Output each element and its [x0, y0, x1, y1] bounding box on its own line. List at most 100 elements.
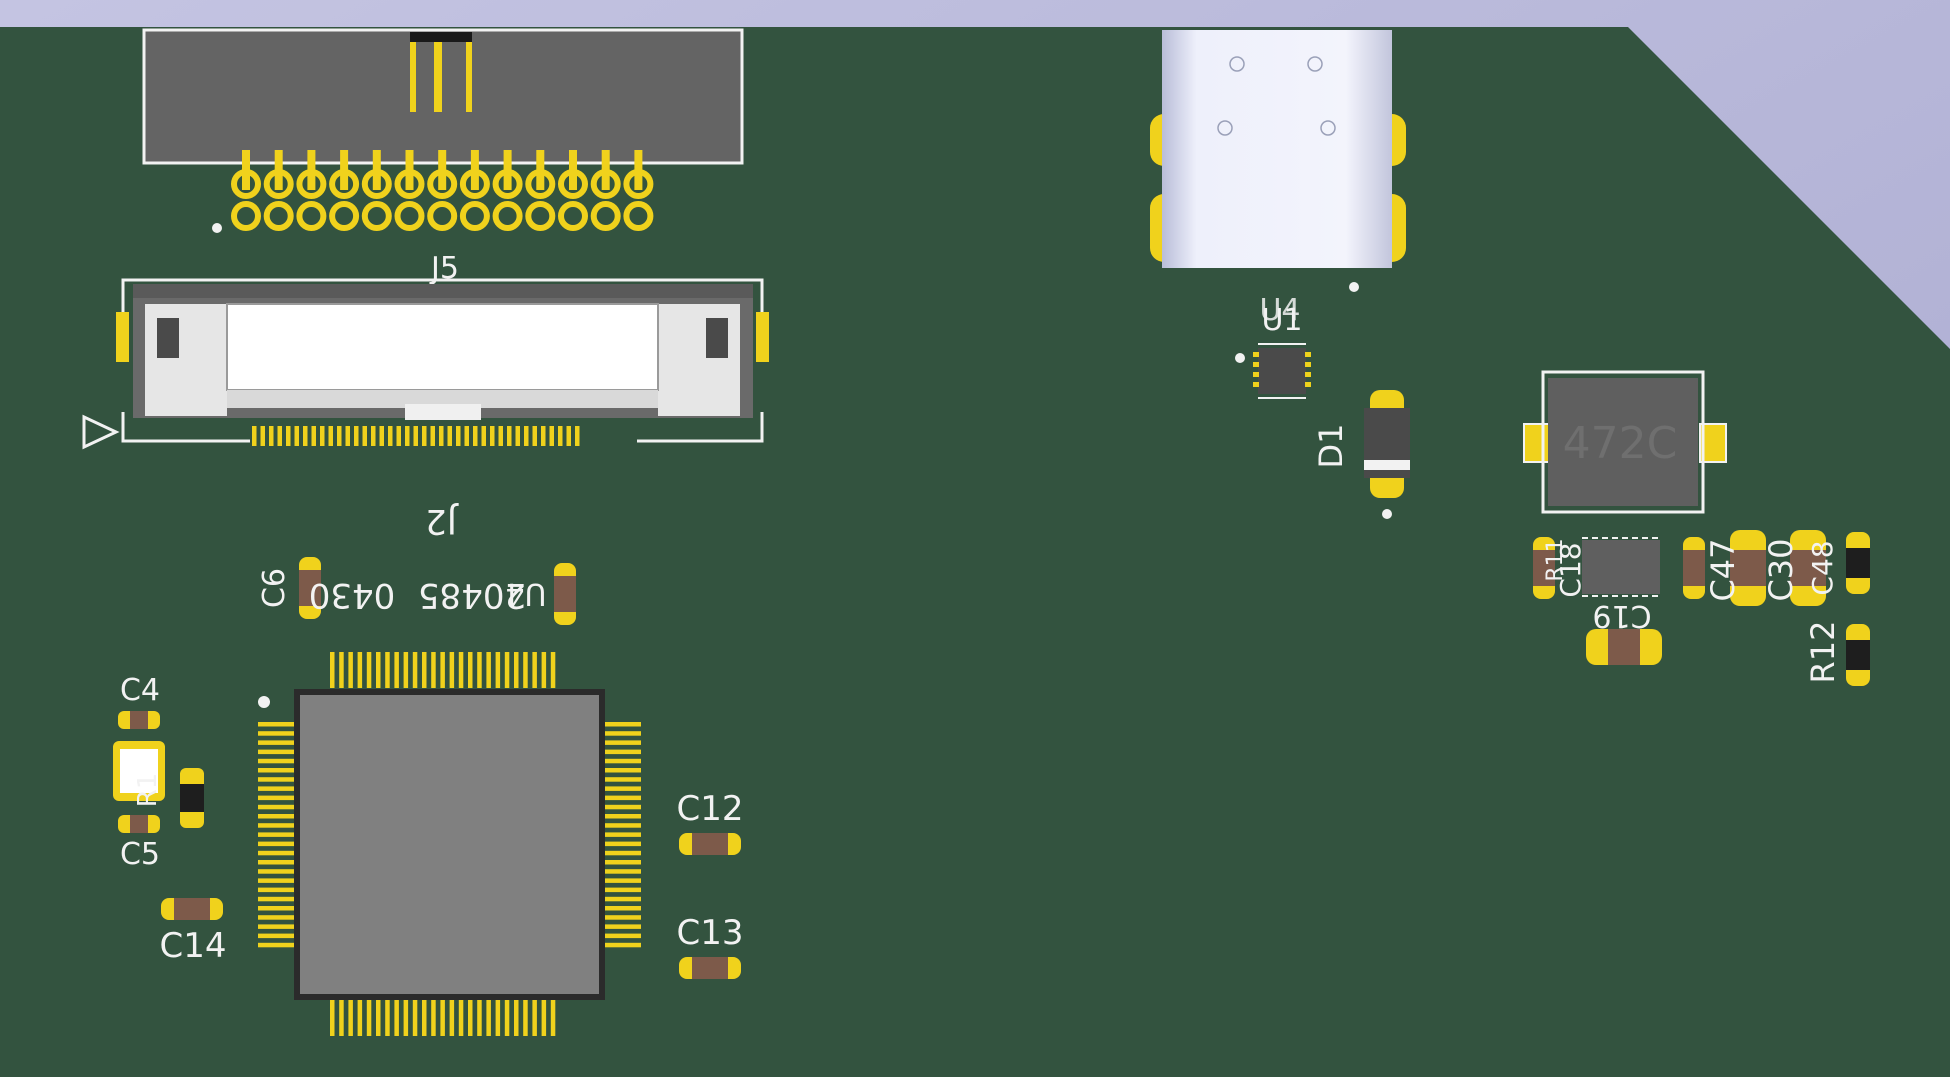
- mcu-pin: [440, 1000, 445, 1036]
- mcu-pin: [605, 731, 641, 736]
- u1-ic[interactable]: [1253, 343, 1311, 399]
- mcu-pin: [366, 1000, 372, 1036]
- d1-diode[interactable]: [1364, 390, 1410, 498]
- mcu-pin: [605, 915, 641, 920]
- pcb-3d-viewport[interactable]: J5 J2 C6 20485 0430 U4 C4 R1 C5 C14 C12 …: [0, 0, 1950, 1077]
- mcu-pin: [605, 758, 641, 764]
- j5-pin: [260, 426, 265, 446]
- j5-pin: [464, 426, 469, 446]
- mcu-pin: [541, 1000, 547, 1036]
- mcu-pin: [486, 652, 491, 688]
- mcu-pin: [605, 860, 641, 865]
- mcu-pin: [385, 652, 390, 688]
- r11-label: R11: [1543, 538, 1568, 581]
- j2-pin1-marker: [212, 223, 222, 233]
- mcu-pin: [468, 1000, 473, 1036]
- j5-pin: [515, 426, 520, 446]
- l1-inductor[interactable]: 472C: [1523, 370, 1727, 514]
- mcu-pin: [330, 652, 335, 688]
- r12-resistor[interactable]: [1846, 624, 1870, 686]
- mcu-pin: [605, 777, 641, 782]
- c14-label: C14: [159, 926, 226, 966]
- mcu-pin: [504, 1000, 510, 1036]
- mcu-pin: [605, 795, 641, 801]
- mcu-pin: [258, 906, 294, 911]
- j5-pin: [354, 426, 359, 446]
- mcu-pin: [258, 731, 294, 736]
- j5-pin: [328, 426, 333, 446]
- r1-label: R1: [133, 773, 163, 808]
- mcu-pin: [605, 841, 641, 847]
- j5-pin: [566, 426, 571, 446]
- j5-pin: [362, 426, 367, 446]
- mcu-pin: [468, 652, 473, 688]
- mcu-pin: [605, 749, 641, 755]
- mcu-pin: [258, 878, 294, 883]
- mcu-pin: [605, 850, 641, 856]
- mcu-pin: [422, 652, 427, 688]
- u1-pin1-marker: [1235, 353, 1245, 363]
- c12-capacitor[interactable]: [679, 833, 741, 855]
- mcu-pin: [348, 652, 353, 688]
- mcu-pin: [605, 878, 641, 883]
- mcu-pin: [458, 652, 464, 688]
- j5-pin: [388, 426, 393, 446]
- usb-c-connector[interactable]: [1150, 30, 1406, 268]
- c5-capacitor[interactable]: [118, 815, 160, 833]
- c30-label: C30: [1762, 538, 1800, 601]
- mcu-pin: [440, 652, 445, 688]
- mcu-pin: [477, 652, 482, 688]
- j5-pin: [405, 426, 410, 446]
- c4-capacitor[interactable]: [118, 711, 160, 729]
- mcu-pin: [605, 896, 641, 902]
- mcu-pin: [605, 740, 641, 745]
- c19-capacitor[interactable]: [1586, 629, 1662, 665]
- r1-resistor[interactable]: [180, 768, 204, 828]
- c19-label: C19: [1592, 598, 1651, 633]
- j5-pin: [430, 426, 435, 446]
- c6-label: C6: [257, 568, 292, 608]
- j5-pin: [379, 426, 384, 446]
- mcu-pin: [258, 850, 294, 856]
- mcu-pin: [477, 1000, 482, 1036]
- mcu-pin: [523, 652, 528, 688]
- mcu-pin: [412, 1000, 418, 1036]
- j5-pin: [252, 426, 257, 446]
- c14-capacitor[interactable]: [161, 898, 223, 920]
- j5-fpc-connector[interactable]: J5: [82, 251, 769, 450]
- j5-pin: [269, 426, 274, 446]
- mcu-pin: [504, 652, 510, 688]
- mcu-pin: [541, 652, 547, 688]
- mcu-qfp-chip[interactable]: [258, 652, 641, 1036]
- mcu-pin: [458, 1000, 464, 1036]
- mcu-pin: [258, 814, 294, 819]
- u-sot-ic[interactable]: [1582, 537, 1660, 597]
- c13-capacitor[interactable]: [679, 957, 741, 979]
- mcu-pin: [605, 933, 641, 939]
- d1-marker: [1382, 509, 1392, 519]
- c6-value-text-tail: 0430: [309, 575, 396, 615]
- c48-resistor[interactable]: [1846, 532, 1870, 594]
- usb-pin1-marker: [1349, 282, 1359, 292]
- j5-pin: [524, 426, 529, 446]
- mcu-pin: [486, 1000, 491, 1036]
- mcu-pin: [330, 1000, 335, 1036]
- c12-label: C12: [676, 789, 743, 829]
- mcu-pin: [258, 768, 294, 773]
- j5-pin: [549, 426, 554, 446]
- mcu-pin: [605, 814, 641, 819]
- j5-pin: [422, 426, 427, 446]
- mcu-pin: [605, 786, 641, 791]
- mcu-pin: [605, 832, 641, 837]
- mcu-pin: [403, 652, 409, 688]
- mcu-pin: [258, 740, 294, 745]
- mcu-pin: [258, 915, 294, 920]
- mcu-pin: [258, 832, 294, 837]
- mcu-pin: [258, 795, 294, 801]
- mcu-pin: [339, 1000, 344, 1036]
- mcu-pin1-marker: [258, 696, 270, 708]
- mcu-pin: [258, 786, 294, 791]
- j5-pin: [320, 426, 325, 446]
- j5-pin: [303, 426, 308, 446]
- mcu-pin: [532, 1000, 537, 1036]
